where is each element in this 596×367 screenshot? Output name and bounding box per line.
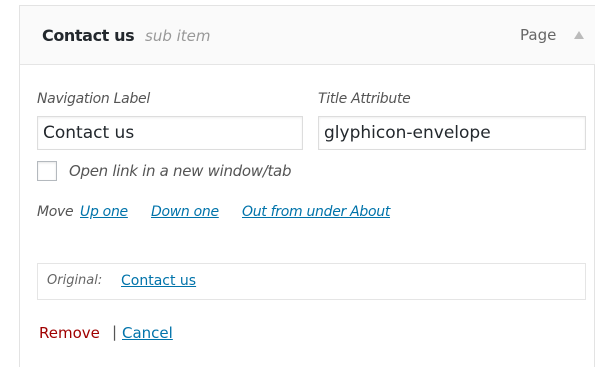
move-out-from-under-link[interactable]: Out from under About: [242, 204, 390, 220]
original-box: Original: Contact us: [37, 263, 586, 300]
move-up-one-link[interactable]: Up one: [80, 204, 128, 220]
title-attribute-input[interactable]: [318, 116, 586, 150]
menu-item-subtitle: sub item: [145, 27, 211, 45]
menu-item-handle[interactable]: Contact us sub item Page: [20, 6, 595, 65]
new-window-checkbox[interactable]: [37, 161, 57, 181]
cancel-link[interactable]: Cancel: [122, 324, 173, 342]
menu-item-title: Contact us: [42, 26, 135, 45]
arrow-up-icon-glyph: [574, 31, 584, 39]
navigation-label-input[interactable]: [37, 116, 303, 150]
arrow-up-icon[interactable]: [571, 26, 587, 44]
navigation-label-caption: Navigation Label: [37, 91, 150, 107]
move-down-one-link[interactable]: Down one: [151, 204, 219, 220]
new-window-checkbox-label: Open link in a new window/tab: [69, 162, 292, 180]
remove-link[interactable]: Remove: [39, 324, 100, 342]
title-attribute-caption: Title Attribute: [318, 91, 411, 107]
menu-editor-canvas: Contact us sub item Page Navigation Labe…: [0, 0, 596, 367]
menu-item-panel: Contact us sub item Page Navigation Labe…: [19, 5, 595, 367]
menu-item-type: Page: [520, 26, 557, 44]
original-link[interactable]: Contact us: [121, 273, 196, 289]
action-separator: |: [112, 323, 118, 341]
original-label: Original:: [47, 273, 103, 288]
move-label: Move: [37, 204, 74, 220]
